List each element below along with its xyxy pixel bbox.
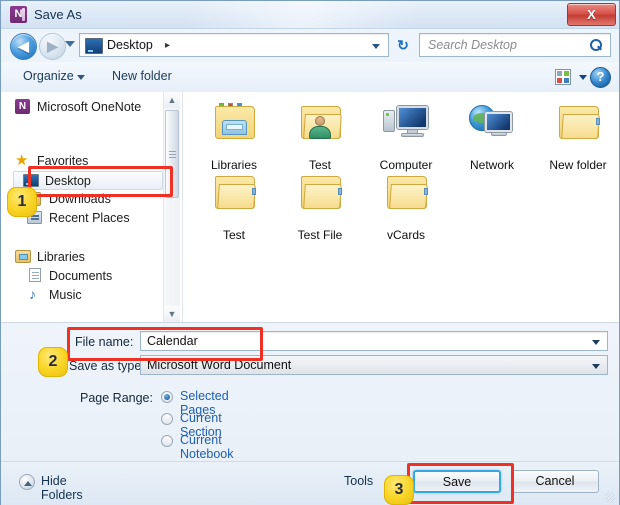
scroll-down-icon[interactable]: ▼ bbox=[164, 306, 180, 322]
sidebar-item-label: Desktop bbox=[45, 174, 91, 188]
network-icon bbox=[469, 104, 517, 140]
save-as-type-label: Save as type: bbox=[69, 359, 145, 373]
folder-icon bbox=[387, 176, 428, 209]
cancel-button[interactable]: Cancel bbox=[511, 470, 599, 493]
annotation-badge-3: 3 bbox=[384, 475, 414, 505]
scrollbar-thumb[interactable] bbox=[165, 110, 179, 198]
radio-button-icon[interactable] bbox=[161, 391, 173, 403]
sidebar-item-label: Music bbox=[49, 288, 82, 302]
view-mode-icon[interactable] bbox=[555, 69, 571, 85]
file-name-label: File name: bbox=[75, 335, 134, 349]
desktop-icon bbox=[85, 38, 103, 54]
libraries-folder-icon bbox=[215, 103, 255, 139]
sidebar-item-label: Recent Places bbox=[49, 211, 130, 225]
forward-button[interactable]: ▶ bbox=[39, 33, 66, 60]
scroll-up-icon[interactable]: ▲ bbox=[164, 92, 180, 108]
help-icon[interactable]: ? bbox=[590, 67, 611, 88]
user-folder-icon bbox=[301, 106, 342, 139]
save-as-dialog: N Save As X ◀ ▶ Desktop ▸ ↻ Search Deskt… bbox=[0, 0, 620, 505]
desktop-icon bbox=[23, 174, 39, 187]
file-name-value: Calendar bbox=[147, 334, 198, 348]
annotation-badge-1: 1 bbox=[7, 187, 37, 217]
star-icon: ★ bbox=[15, 152, 29, 169]
annotation-badge-2: 2 bbox=[38, 347, 68, 377]
list-item-label: vCards bbox=[386, 228, 425, 242]
window-title: Save As bbox=[34, 7, 82, 22]
chevron-down-icon[interactable] bbox=[65, 41, 75, 47]
dialog-content: Microsoft OneNote ★ Favorites Desktop Do… bbox=[1, 92, 619, 323]
sidebar-item-label: Favorites bbox=[37, 154, 89, 168]
folder-icon bbox=[301, 176, 342, 209]
computer-icon bbox=[383, 104, 431, 140]
file-name-dropdown-icon[interactable] bbox=[592, 340, 600, 345]
chevron-up-icon bbox=[19, 474, 35, 490]
search-placeholder: Search Desktop bbox=[428, 38, 517, 52]
save-as-type-value: Microsoft Word Document bbox=[147, 358, 292, 372]
save-as-type-dropdown-icon[interactable] bbox=[592, 364, 600, 369]
breadcrumb-desktop[interactable]: Desktop bbox=[107, 38, 153, 52]
hide-folders-label: Hide Folders bbox=[41, 474, 83, 502]
page-range-label: Page Range: bbox=[80, 391, 153, 405]
save-as-type-select[interactable]: Microsoft Word Document bbox=[140, 355, 608, 375]
radio-button-icon[interactable] bbox=[161, 413, 173, 425]
sidebar-item-label: Documents bbox=[49, 269, 113, 283]
address-bar[interactable]: Desktop ▸ bbox=[79, 33, 389, 57]
list-item-label: Libraries bbox=[210, 158, 258, 172]
list-item-label: Test File bbox=[297, 228, 343, 242]
onenote-icon bbox=[15, 99, 30, 114]
list-item-label: Computer bbox=[379, 158, 433, 172]
libraries-icon bbox=[15, 250, 31, 263]
radio-button-icon[interactable] bbox=[161, 435, 173, 447]
file-name-field[interactable]: Calendar bbox=[140, 331, 608, 351]
view-mode-chevron-down-icon[interactable] bbox=[579, 75, 587, 80]
tools-button[interactable]: Tools bbox=[344, 474, 373, 488]
folder-icon bbox=[215, 176, 256, 209]
refresh-icon[interactable]: ↻ bbox=[391, 33, 415, 57]
search-icon[interactable] bbox=[589, 38, 603, 53]
back-arrow-icon: ◀ bbox=[18, 38, 29, 54]
sidebar-item-desktop[interactable]: Desktop bbox=[13, 171, 163, 190]
forward-arrow-icon: ▶ bbox=[47, 38, 58, 54]
onenote-icon: N bbox=[10, 6, 27, 23]
command-bar: Organize New folder ? bbox=[1, 62, 619, 93]
sidebar-item-label: Microsoft OneNote bbox=[37, 100, 142, 114]
file-list: Libraries Test Computer Network New fold… bbox=[183, 92, 619, 322]
resize-grip[interactable] bbox=[605, 492, 615, 502]
title-bar: N Save As X bbox=[1, 1, 619, 29]
list-item-label: Test bbox=[308, 158, 331, 172]
organize-button[interactable]: Organize bbox=[23, 69, 74, 83]
music-icon: ♪ bbox=[29, 286, 36, 302]
list-item-label: Network bbox=[469, 158, 514, 172]
navigation-bar: ◀ ▶ Desktop ▸ ↻ Search Desktop bbox=[1, 29, 619, 62]
back-button[interactable]: ◀ bbox=[10, 33, 37, 60]
list-item-label: Test bbox=[222, 228, 245, 242]
breadcrumb-separator-icon: ▸ bbox=[165, 40, 171, 51]
list-item-label: New folder bbox=[549, 158, 607, 172]
new-folder-button[interactable]: New folder bbox=[112, 69, 172, 83]
folder-icon bbox=[559, 106, 600, 139]
address-dropdown-icon[interactable] bbox=[372, 44, 380, 49]
title-bar-glow bbox=[191, 1, 441, 28]
sidebar-item-label: Libraries bbox=[37, 250, 85, 264]
organize-chevron-down-icon[interactable] bbox=[77, 75, 85, 80]
dialog-footer: Hide Folders Tools Save Cancel bbox=[1, 461, 619, 505]
sidebar-item-label: Downloads bbox=[49, 192, 111, 206]
save-button[interactable]: Save bbox=[413, 470, 501, 493]
search-input[interactable]: Search Desktop bbox=[419, 33, 611, 57]
documents-icon bbox=[29, 268, 41, 282]
navigation-pane-scrollbar[interactable]: ▲ ▼ bbox=[163, 92, 180, 322]
radio-label: Current Notebook bbox=[180, 433, 234, 461]
close-icon[interactable]: X bbox=[567, 3, 616, 26]
